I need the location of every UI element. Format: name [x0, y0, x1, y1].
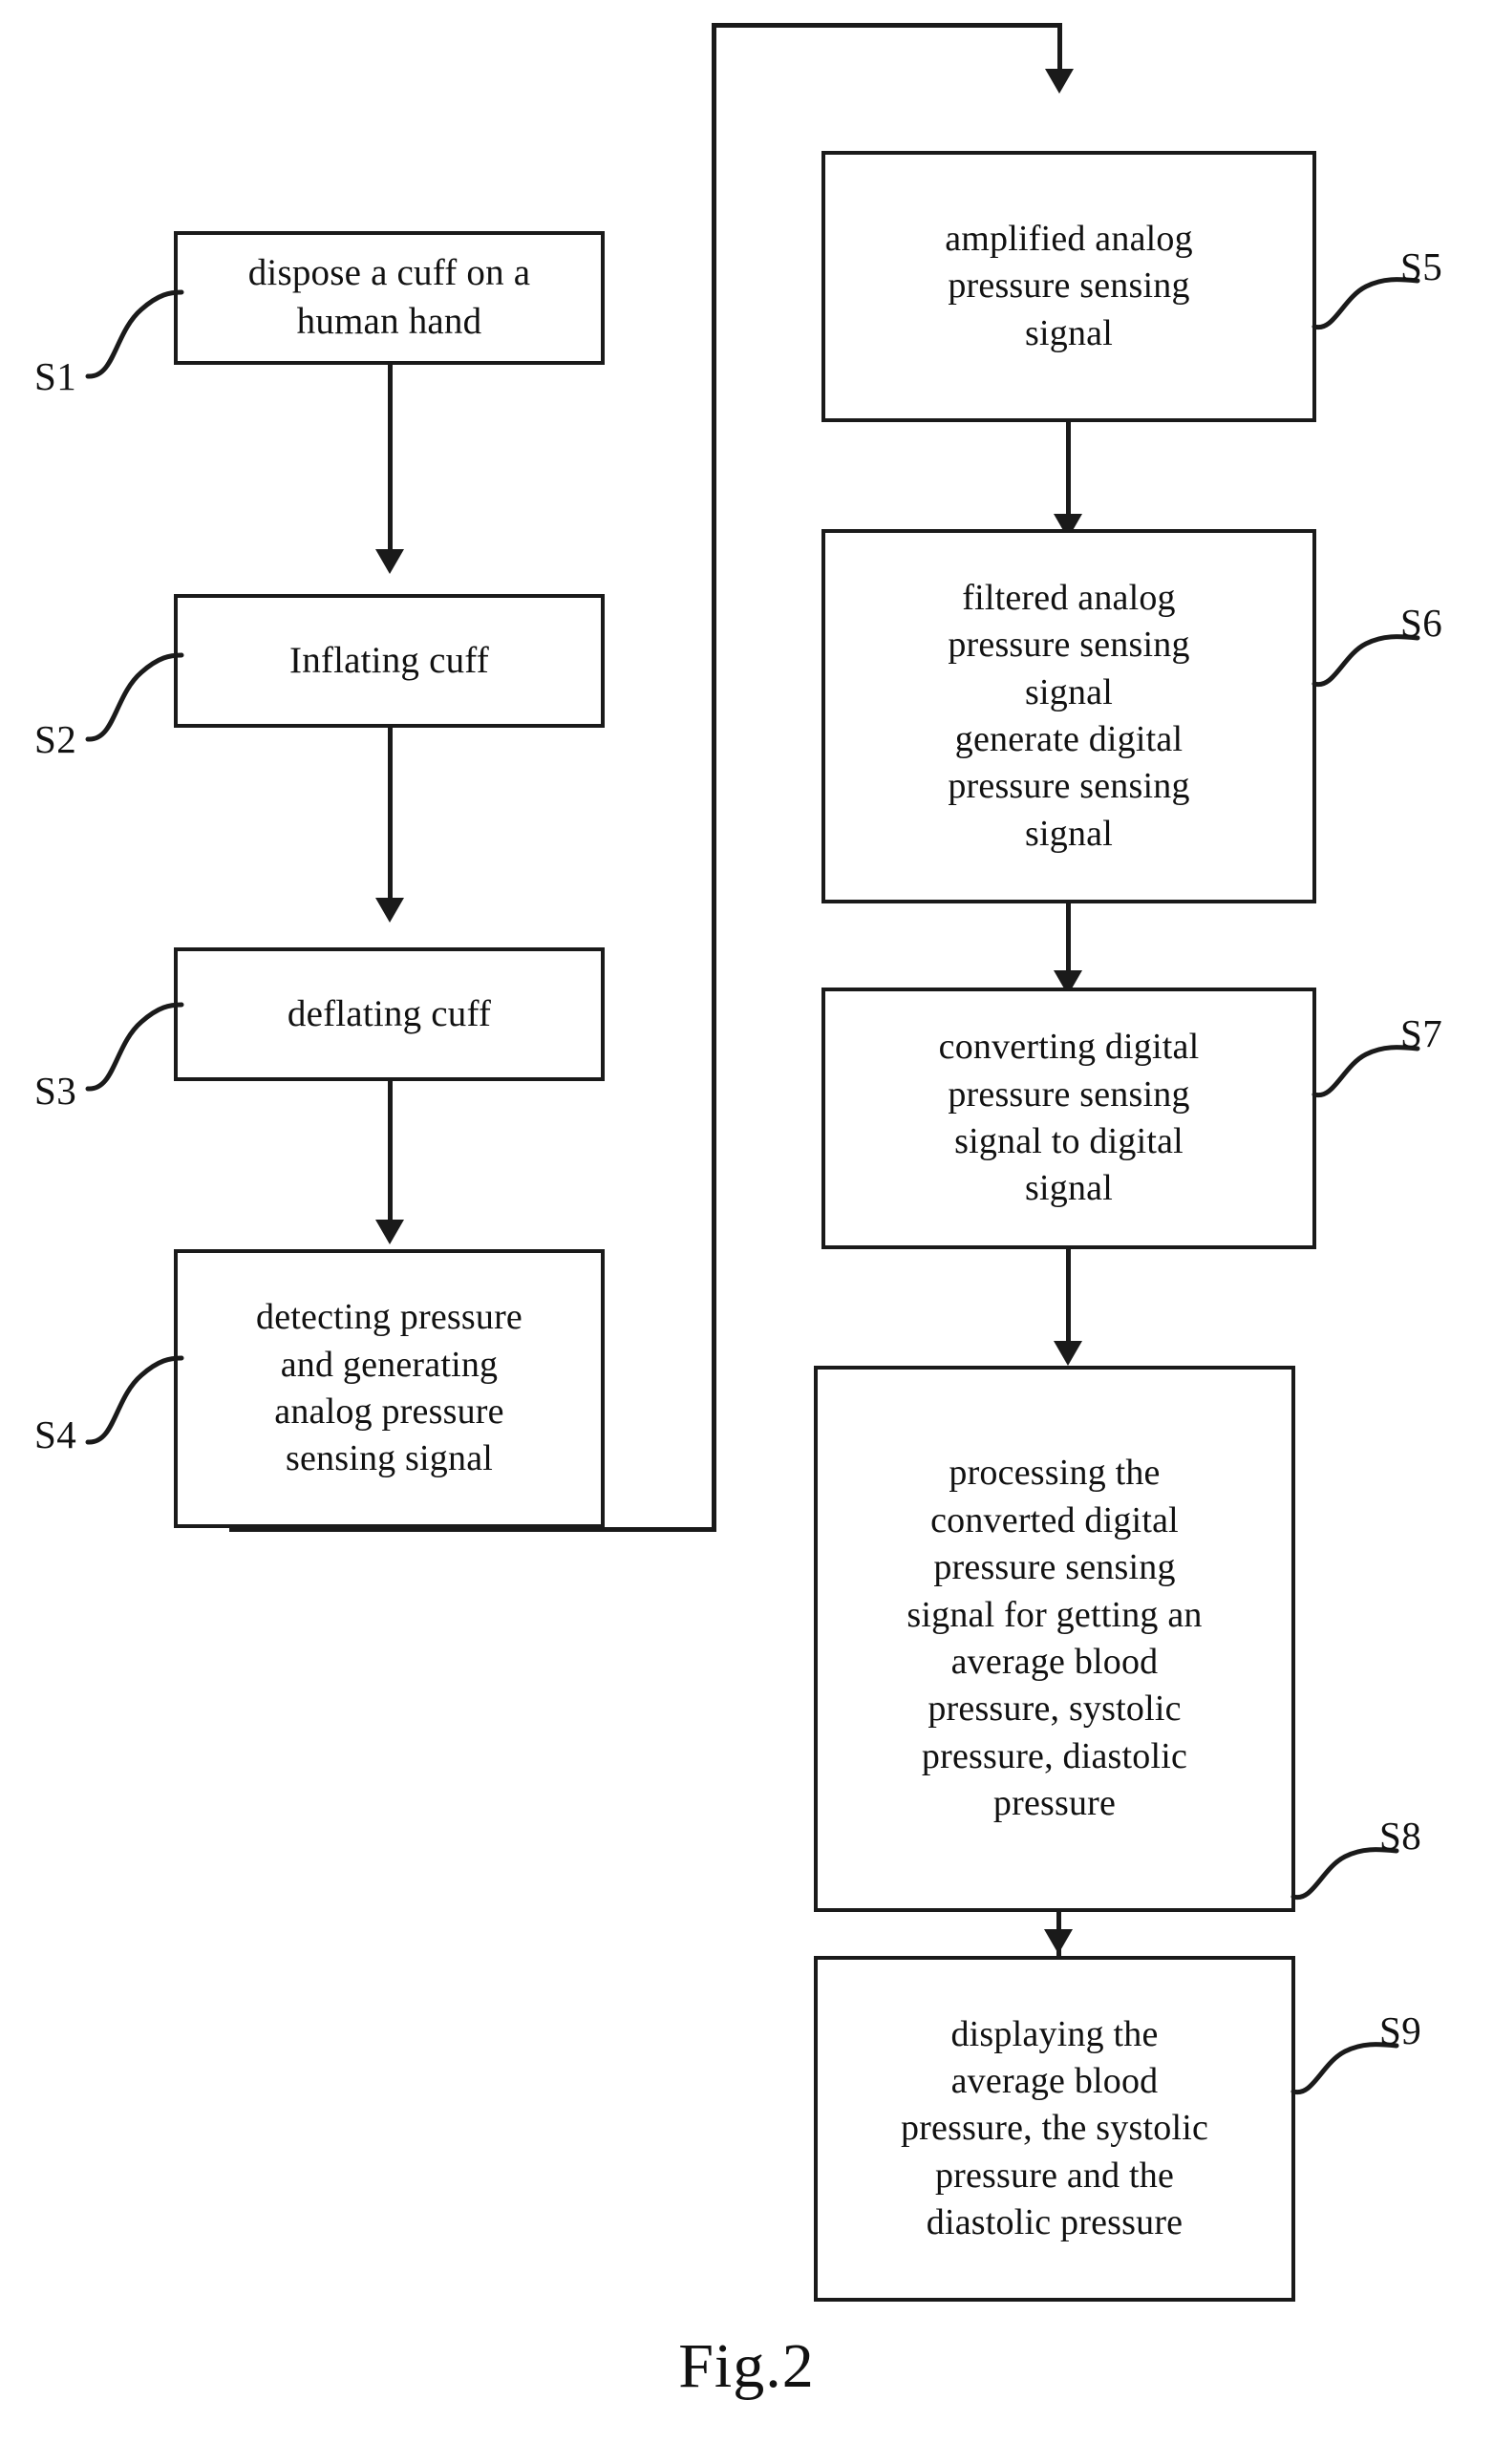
step-box-s3-text: deflating cuff [287, 992, 492, 1034]
step-box-s5-text: amplified analog pressure sensing signal [945, 218, 1193, 353]
step-label-s1: S1 [34, 354, 77, 398]
figure-canvas: dispose a cuff on a human hand S1 Inflat… [0, 0, 1493, 2464]
feedback-arrowhead [1045, 69, 1074, 94]
step-box-s2: Inflating cuff [174, 594, 605, 728]
arrowhead-s2-s3 [375, 898, 404, 923]
arrowhead-s1-s2 [375, 549, 404, 574]
leader-line-s3 [85, 1002, 184, 1092]
feedback-segment-top [712, 23, 1062, 28]
leader-line-s1 [85, 289, 184, 379]
arrowhead-s8-s9 [1044, 1929, 1073, 1954]
step-label-s2: S2 [34, 717, 77, 761]
step-box-s8-text: processing the converted digital pressur… [906, 1453, 1203, 1824]
figure-caption: Fig.2 [678, 2331, 815, 2401]
feedback-segment-left-riser [712, 23, 716, 1532]
step-box-s3: deflating cuff [174, 947, 605, 1081]
step-label-s9: S9 [1379, 2008, 1422, 2052]
step-box-s6-text: filtered analog pressure sensing signal … [948, 577, 1190, 854]
step-box-s4: detecting pressure and generating analog… [174, 1249, 605, 1528]
step-label-s5: S5 [1400, 244, 1443, 288]
step-box-s7: converting digital pressure sensing sign… [821, 988, 1316, 1249]
step-box-s1-text: dispose a cuff on a human hand [247, 252, 531, 342]
step-box-s8: processing the converted digital pressur… [814, 1366, 1295, 1912]
connector-s6-s7 [1066, 903, 1071, 980]
step-box-s9-text: displaying the average blood pressure, t… [900, 2013, 1209, 2243]
connector-s1-s2 [388, 365, 393, 556]
step-label-s6: S6 [1400, 601, 1443, 645]
step-box-s5: amplified analog pressure sensing signal [821, 151, 1316, 422]
step-label-s3: S3 [34, 1069, 77, 1113]
connector-s5-s6 [1066, 422, 1071, 521]
connector-s2-s3 [388, 728, 393, 904]
step-box-s6: filtered analog pressure sensing signal … [821, 529, 1316, 903]
arrowhead-s7-s8 [1054, 1341, 1082, 1366]
step-box-s7-text: converting digital pressure sensing sign… [938, 1027, 1200, 1209]
arrowhead-s3-s4 [375, 1220, 404, 1244]
step-label-s7: S7 [1400, 1011, 1443, 1055]
connector-s3-s4 [388, 1081, 393, 1226]
step-label-s4: S4 [34, 1413, 77, 1456]
step-box-s2-text: Inflating cuff [289, 639, 489, 681]
step-box-s1: dispose a cuff on a human hand [174, 231, 605, 365]
step-label-s8: S8 [1379, 1814, 1422, 1858]
step-box-s4-text: detecting pressure and generating analog… [256, 1297, 523, 1479]
leader-line-s4 [85, 1355, 184, 1445]
step-box-s9: displaying the average blood pressure, t… [814, 1956, 1295, 2302]
connector-s7-s8 [1066, 1249, 1071, 1349]
feedback-segment-right-drop [1057, 23, 1062, 75]
leader-line-s2 [85, 652, 184, 742]
